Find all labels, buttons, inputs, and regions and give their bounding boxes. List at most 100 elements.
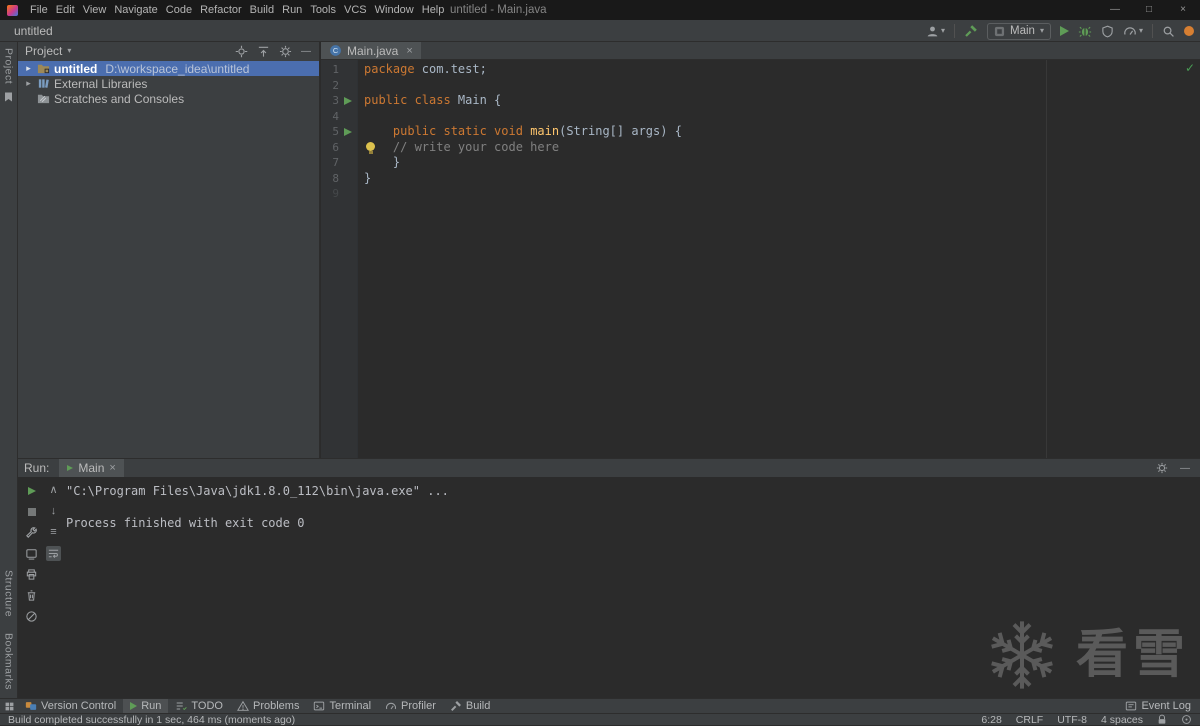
tree-item-project-root[interactable]: ▸ untitled D:\workspace_idea\untitled [18,61,319,76]
toolwindow-terminal[interactable]: Terminal [306,699,378,713]
debug-bug-icon[interactable] [1078,24,1092,38]
code-area[interactable]: 1 package com.test; 2 3 public class Main {4… [321,62,1200,202]
code-text: } [364,155,401,169]
run-line-icon[interactable] [344,127,352,136]
update-notification-badge[interactable] [1184,26,1194,36]
menu-navigate[interactable]: Navigate [110,0,161,20]
console-menu-icon[interactable]: ≡ [46,525,61,540]
editor-viewport[interactable]: 1 package com.test; 2 3 public class Main {4… [321,60,1200,458]
menu-help[interactable]: Help [418,0,449,20]
todo-icon [175,700,188,712]
code-line-7[interactable]: 7 } [321,155,1200,171]
menu-code[interactable]: Code [162,0,196,20]
code-line-9[interactable]: 9 [321,186,1200,202]
menu-file[interactable]: File [26,0,52,20]
toolwindow-problems[interactable]: Problems [230,699,306,713]
scratches-folder-icon [37,92,50,105]
edit-configurations-icon[interactable] [24,525,39,540]
stop-button[interactable] [24,504,39,519]
toolwindow-run[interactable]: Run [123,699,169,713]
notifications-icon[interactable] [1181,714,1192,725]
inspection-status-icon[interactable]: ✓ [1185,61,1195,75]
maximize-button[interactable]: □ [1132,0,1166,20]
user-icon[interactable]: ▾ [926,25,945,38]
collapse-all-icon[interactable] [257,45,270,58]
tree-item-external-libraries[interactable]: ▸ External Libraries [18,76,319,91]
tool-window-stripe-left: Project Structure Bookmarks [0,42,18,698]
code-line-1[interactable]: 1 package com.test; [321,62,1200,78]
code-line-5[interactable]: 5 public static void main(String[] args)… [321,124,1200,140]
menu-vcs[interactable]: VCS [340,0,371,20]
search-everywhere-icon[interactable] [1162,25,1175,38]
intention-bulb-icon[interactable] [366,142,375,154]
file-encoding[interactable]: UTF-8 [1057,714,1087,726]
expand-arrow-icon[interactable]: ▸ [24,78,33,89]
caret-position[interactable]: 6:28 [981,714,1001,726]
settings-gear-icon[interactable] [279,45,292,58]
menu-edit[interactable]: Edit [52,0,79,20]
build-hammer-icon[interactable] [964,24,978,38]
breadcrumb[interactable]: untitled [14,24,53,38]
toolwindow-event-log[interactable]: Event Log [1118,699,1198,713]
code-line-8[interactable]: 8} [321,171,1200,187]
menu-run[interactable]: Run [278,0,306,20]
locate-file-icon[interactable] [235,45,248,58]
profiler-gauge-icon[interactable]: ▾ [1123,24,1143,38]
coverage-shield-icon[interactable] [1101,25,1114,38]
stripe-project-button[interactable]: Project [3,48,15,84]
code-line-6[interactable]: 6 // write your code here [321,140,1200,156]
bookmark-icon[interactable] [4,92,13,102]
run-settings-gear-icon[interactable] [1156,462,1168,474]
hide-panel-icon[interactable]: — [301,46,311,57]
toolwindow-version-control[interactable]: Version Control [18,699,123,713]
menu-window[interactable]: Window [371,0,418,20]
code-line-4[interactable]: 4 [321,109,1200,125]
soft-wrap-icon[interactable] [46,546,61,561]
line-number: 4 [332,109,339,123]
project-panel-title[interactable]: Project [25,44,62,58]
code-line-3[interactable]: 3 public class Main { [321,93,1200,109]
close-run-tab-icon[interactable]: × [109,462,115,474]
stripe-structure-button[interactable]: Structure [3,570,15,617]
line-number: 8 [332,171,339,185]
status-bar: Build completed successfully in 1 sec, 4… [0,713,1200,726]
scroll-down-icon[interactable]: ↓ [46,504,61,519]
minimize-button[interactable]: — [1098,0,1132,20]
close-tab-icon[interactable]: × [406,45,412,57]
restore-layout-icon[interactable] [24,546,39,561]
run-config-selector[interactable]: Main ▾ [987,22,1051,40]
code-line-2[interactable]: 2 [321,78,1200,94]
toolwindow-todo[interactable]: TODO [168,699,230,713]
tree-item-scratches[interactable]: Scratches and Consoles [18,91,319,106]
toolwindow-label: Run [141,700,162,712]
close-button[interactable]: × [1166,0,1200,20]
navigation-bar: untitled ▾ Main ▾ ▾ [0,20,1200,42]
scroll-up-icon[interactable]: ∧ [46,483,61,498]
menu-bar: File Edit View Navigate Code Refactor Build Run… [26,0,448,20]
menu-refactor[interactable]: Refactor [196,0,246,20]
run-button[interactable] [1059,26,1069,36]
tool-window-switcher-icon[interactable] [0,701,18,712]
run-line-icon[interactable] [344,96,352,105]
rerun-button[interactable] [24,483,39,498]
gutter-marker [339,62,358,78]
status-message[interactable]: Build completed successfully in 1 sec, 4… [8,714,295,726]
run-tab-main[interactable]: Main × [59,459,124,477]
menu-tools[interactable]: Tools [306,0,340,20]
indent-style[interactable]: 4 spaces [1101,714,1143,726]
tab-main-java[interactable]: C Main.java × [321,42,421,59]
mute-breakpoints-icon[interactable] [24,609,39,624]
line-separator[interactable]: CRLF [1016,714,1043,726]
clear-console-icon[interactable] [24,588,39,603]
toolwindow-profiler[interactable]: Profiler [378,699,443,713]
toolwindow-build[interactable]: Build [443,699,497,713]
hide-run-panel-icon[interactable]: — [1180,463,1190,474]
expand-arrow-icon[interactable]: ▸ [24,63,33,74]
terminal-icon [313,700,325,712]
stripe-bookmarks-button[interactable]: Bookmarks [3,633,15,690]
menu-build[interactable]: Build [246,0,278,20]
readonly-lock-icon[interactable] [1157,714,1167,725]
project-panel-header: Project ▾ — [18,42,319,60]
menu-view[interactable]: View [79,0,111,20]
print-console-icon[interactable] [24,567,39,582]
